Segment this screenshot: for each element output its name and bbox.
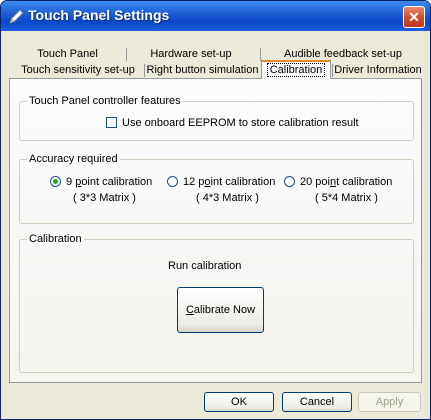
title-bar[interactable]: Touch Panel Settings ✕ (1, 1, 430, 31)
radio-9-point-label[interactable]: 9 point calibration (66, 176, 152, 189)
group-label: Calibration (27, 233, 84, 246)
radio-20-point-matrix: ( 5*4 Matrix ) (315, 192, 378, 204)
apply-button[interactable]: Apply (358, 392, 421, 412)
radio-12-point[interactable] (167, 176, 178, 187)
accuracy-group: Accuracy required 9 point calibration ( … (19, 153, 414, 224)
radio-selected-dot (53, 179, 58, 184)
close-icon: ✕ (408, 9, 420, 25)
tab-separator (126, 48, 127, 61)
tab-label: Right button simulation (146, 64, 259, 76)
eeprom-checkbox-label[interactable]: Use onboard EEPROM to store calibration … (122, 117, 359, 130)
tab-touch-sensitivity[interactable]: Touch sensitivity set-up (10, 62, 146, 79)
eeprom-checkbox[interactable] (106, 117, 117, 128)
controller-features-group: Touch Panel controller features Use onbo… (19, 95, 414, 141)
radio-12-point-label[interactable]: 12 point calibration (183, 176, 275, 189)
tab-panel: Touch Panel controller features Use onbo… (9, 78, 422, 383)
run-calibration-text: Run calibration (168, 260, 242, 272)
tab-driver-information[interactable]: Driver Information (334, 62, 422, 79)
cancel-button[interactable]: Cancel (282, 392, 352, 412)
radio-12-point-matrix: ( 4*3 Matrix ) (196, 192, 259, 204)
tab-label: Calibration (266, 63, 326, 77)
pen-icon (9, 9, 24, 24)
radio-9-point[interactable] (50, 176, 61, 187)
close-button[interactable]: ✕ (403, 6, 425, 28)
radio-20-point-label[interactable]: 20 point calibration (300, 176, 392, 189)
tab-calibration[interactable]: Calibration (261, 60, 331, 79)
tab-label: Audible feedback set-up (283, 48, 403, 60)
settings-window: Touch Panel Settings ✕ Touch Panel Hardw… (0, 0, 431, 420)
tab-right-button-simulation[interactable]: Right button simulation (146, 62, 259, 79)
ok-button[interactable]: OK (204, 392, 274, 412)
tab-separator (332, 64, 333, 77)
tab-label: Touch Panel (37, 48, 98, 60)
tab-touch-panel[interactable]: Touch Panel (15, 46, 120, 63)
radio-20-point[interactable] (284, 176, 295, 187)
tab-separator (144, 64, 145, 77)
calibration-group: Calibration Run calibration Calibrate No… (19, 233, 414, 373)
group-label: Accuracy required (27, 153, 120, 166)
calibrate-now-button[interactable]: Calibrate Now (177, 287, 264, 333)
tab-label: Touch sensitivity set-up (21, 64, 135, 76)
tab-hardware-setup[interactable]: Hardware set-up (128, 46, 254, 63)
group-label: Touch Panel controller features (27, 95, 183, 108)
window-title: Touch Panel Settings (28, 7, 170, 23)
tab-label: Driver Information (334, 64, 422, 76)
radio-9-point-matrix: ( 3*3 Matrix ) (73, 192, 136, 204)
tab-label: Hardware set-up (150, 48, 232, 60)
